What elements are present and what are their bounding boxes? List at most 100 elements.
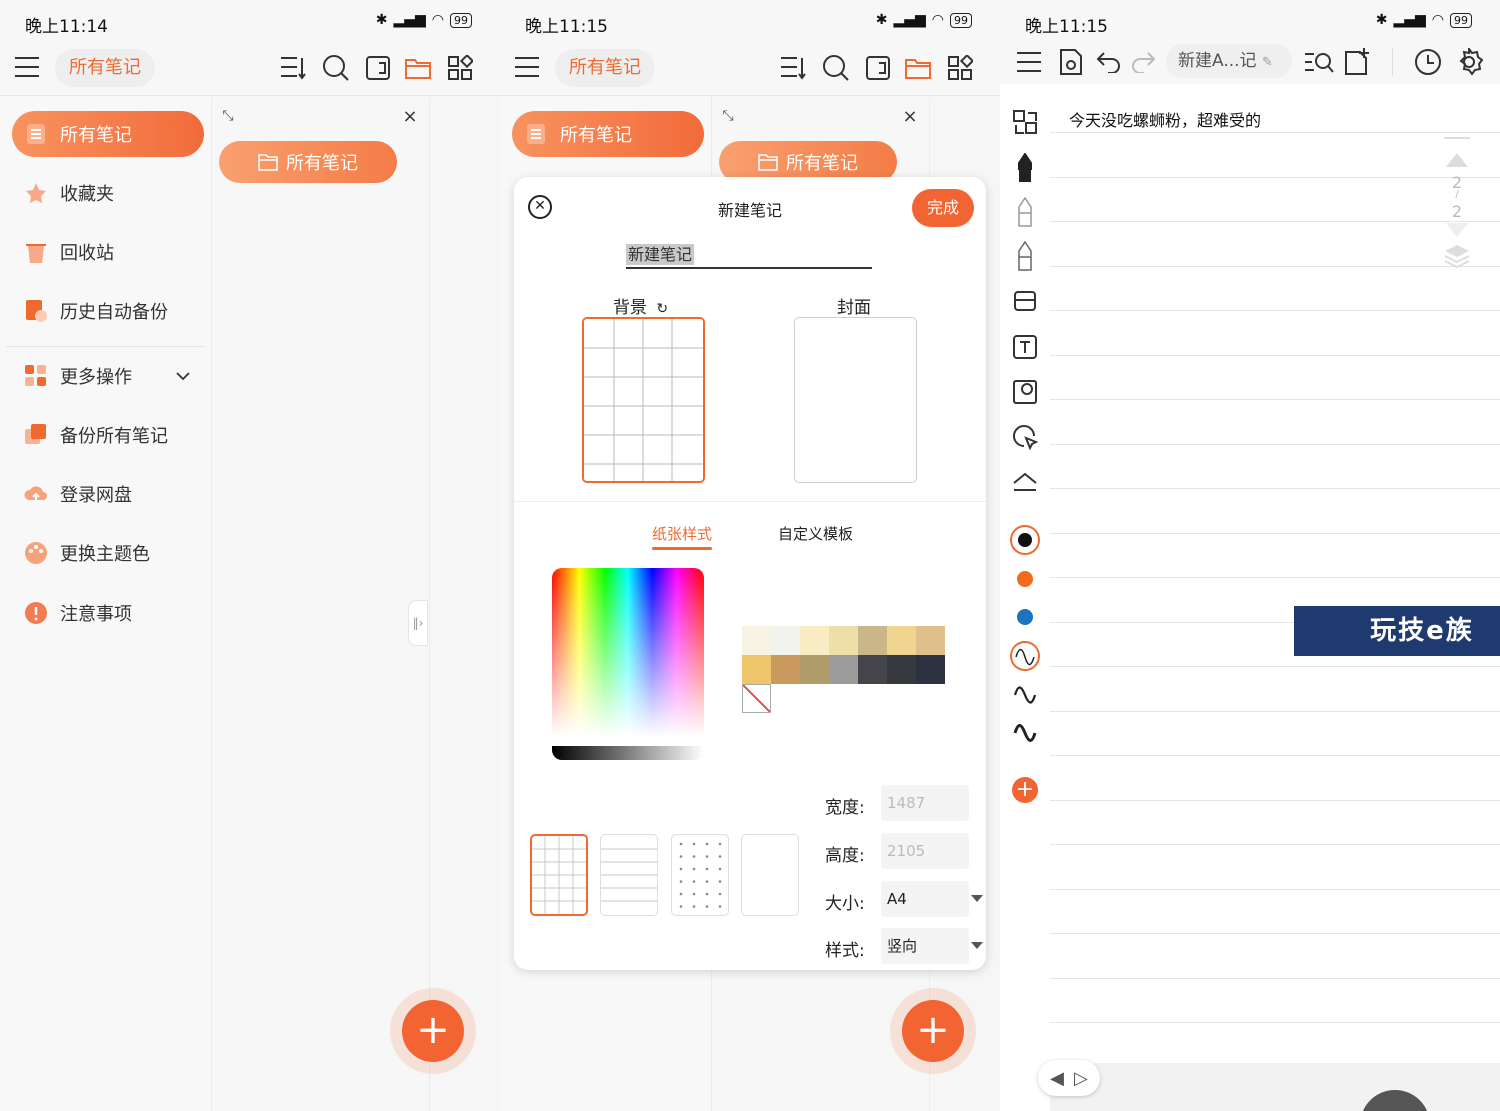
color-swatch[interactable] [800,655,829,684]
prev-page-icon[interactable]: ◀ [1050,1068,1064,1089]
pen-color-black[interactable] [1010,525,1040,555]
lasso-image-icon[interactable] [1012,379,1038,405]
refresh-icon[interactable]: ↻ [656,301,668,317]
notebook-icon[interactable] [364,54,392,82]
layers-icon[interactable] [1442,243,1472,273]
color-swatch[interactable] [916,655,945,684]
paper-blank-option[interactable] [741,834,799,916]
undo-icon[interactable] [1096,49,1122,75]
color-swatch[interactable] [742,626,771,655]
height-input[interactable]: 2105 [881,833,969,869]
cover-thumbnail[interactable] [794,317,917,483]
lasso-select-icon[interactable] [1012,424,1038,450]
resize-handle[interactable]: ‖› [408,600,428,646]
apps-grid-icon[interactable] [446,54,474,82]
pen-color-orange[interactable] [1017,571,1033,587]
sidebar-item-history-backup[interactable]: 历史自动备份 [12,288,204,334]
color-swatch[interactable] [742,655,771,684]
select-tool-icon[interactable] [1012,109,1038,135]
sidebar-item-favorites[interactable]: 收藏夹 [12,170,204,216]
sidebar-item-all-notes[interactable]: 所有笔记 [12,111,204,157]
stroke-thick-option[interactable] [1012,719,1038,745]
note-canvas[interactable]: 今天没吃螺蛳粉，超难受的 2 / 2 玩技e族 [1050,97,1500,1063]
folder-icon[interactable] [904,54,932,82]
color-swatch[interactable] [800,626,829,655]
find-replace-icon[interactable] [1304,49,1334,75]
color-swatch[interactable] [771,626,800,655]
ruled-line [1050,443,1500,445]
sidebar-item-trash[interactable]: 回收站 [12,229,204,275]
paper-grid-option[interactable] [530,834,588,916]
background-thumbnail[interactable] [582,317,705,483]
close-icon[interactable]: × [901,106,919,127]
sidebar-item-notice[interactable]: 注意事项 [12,590,204,636]
color-swatch[interactable] [887,655,916,684]
collapse-icon[interactable]: ⤡ [219,107,237,125]
color-spectrum-picker[interactable] [552,568,704,760]
size-select[interactable]: A4 [881,881,983,917]
note-title: 新建A...记 [1178,51,1257,71]
sidebar-item-theme-color[interactable]: 更换主题色 [12,530,204,576]
search-icon[interactable] [822,54,850,82]
apps-grid-icon[interactable] [946,54,974,82]
color-swatch[interactable] [916,626,945,655]
close-icon[interactable]: × [401,106,419,127]
width-input[interactable]: 1487 [881,785,969,821]
menu-icon[interactable] [14,54,40,80]
add-tool-button[interactable]: + [1012,777,1038,803]
color-swatch[interactable] [829,655,858,684]
folder-all-notes-button[interactable]: 所有笔记 [219,141,397,183]
note-name-input[interactable]: 新建笔记 [626,241,872,269]
sidebar-item-cloud-login[interactable]: 登录网盘 [12,471,204,517]
eraser-icon[interactable] [1012,287,1038,313]
pen-color-blue[interactable] [1017,609,1033,625]
done-button[interactable]: 完成 [912,189,974,227]
stroke-thin-option[interactable] [1010,641,1040,671]
stroke-medium-option[interactable] [1012,681,1038,707]
ruled-line [1050,666,1500,667]
paper-dotted-option[interactable] [671,834,729,916]
menu-icon[interactable] [1016,49,1042,75]
color-swatch[interactable] [858,626,887,655]
no-color-swatch[interactable] [742,684,771,713]
collapse-tools-icon[interactable] [1012,469,1038,495]
color-swatch[interactable] [887,626,916,655]
page-title[interactable]: 所有笔记 [55,49,155,87]
text-tool-icon[interactable] [1012,334,1038,360]
search-icon[interactable] [322,54,350,82]
sort-icon[interactable] [280,54,308,82]
add-page-icon[interactable] [1344,48,1370,76]
pencil-icon[interactable] [1012,197,1038,227]
redo-icon[interactable] [1130,49,1156,75]
menu-icon[interactable] [514,54,540,80]
paper-lined-option[interactable] [600,834,658,916]
next-page-icon[interactable]: ▷ [1074,1068,1088,1089]
settings-gear-icon[interactable] [1455,48,1483,76]
page-down-icon[interactable] [1442,221,1472,243]
notebook-icon[interactable] [864,54,892,82]
preview-icon[interactable] [1058,48,1084,76]
color-swatch[interactable] [858,655,887,684]
color-swatch[interactable] [771,655,800,684]
sidebar-item-all-notes[interactable]: 所有笔记 [512,111,704,157]
add-note-button[interactable]: + [402,1000,464,1062]
orientation-select[interactable]: 竖向 [881,928,983,964]
color-swatch[interactable] [829,626,858,655]
sidebar-item-more-actions[interactable]: 更多操作 [12,353,204,399]
ruled-line [1050,532,1500,534]
sidebar-item-backup-all[interactable]: 备份所有笔记 [12,412,204,458]
marker-icon[interactable] [1012,241,1038,271]
add-note-button[interactable]: + [902,1000,964,1062]
brightness-slider[interactable] [552,746,704,760]
sort-icon[interactable] [780,54,808,82]
page-up-icon[interactable] [1442,151,1472,173]
tab-custom-template[interactable]: 自定义模板 [778,523,853,544]
tab-paper-style[interactable]: 纸张样式 [652,523,712,544]
page-title[interactable]: 所有笔记 [555,49,655,87]
fountain-pen-icon[interactable] [1012,153,1038,183]
note-title-field[interactable]: 新建A...记 ✎ [1166,44,1292,78]
page-nav-pill[interactable]: ◀ ▷ [1038,1060,1100,1096]
history-clock-icon[interactable] [1414,48,1442,76]
collapse-icon[interactable]: ⤡ [719,107,737,125]
folder-icon[interactable] [404,54,432,82]
